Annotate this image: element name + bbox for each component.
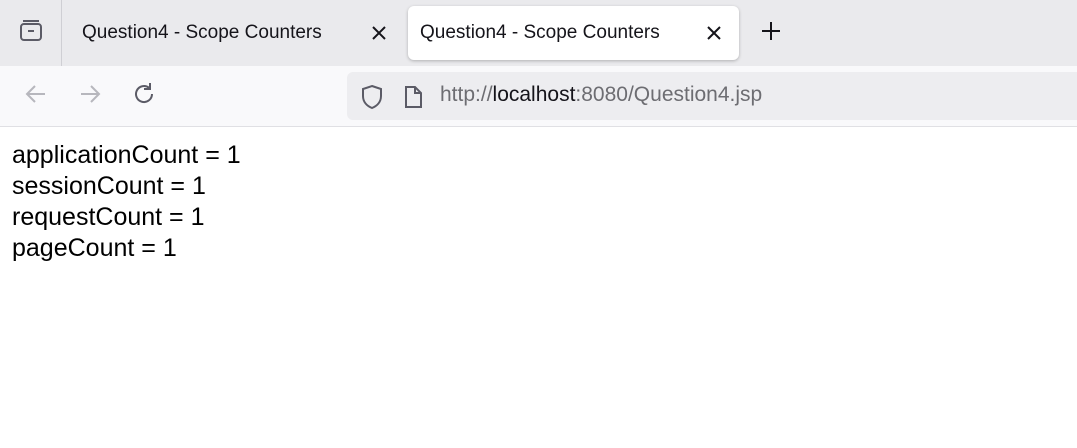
tab-list-icon [18,18,44,49]
tab-active[interactable]: Question4 - Scope Counters [408,6,739,60]
application-count-line: applicationCount = 1 [12,141,241,169]
url-scheme: http:// [440,83,493,106]
navigation-toolbar: http://localhost:8080/Question4.jsp [0,66,1077,127]
page-icon [400,84,426,110]
page-count-line: pageCount = 1 [12,234,177,262]
tab-list-button[interactable] [0,0,62,66]
close-icon[interactable] [703,22,725,44]
forward-arrow-icon [77,81,103,112]
reload-button[interactable] [128,80,160,112]
close-icon[interactable] [368,22,390,44]
tab-title: Question4 - Scope Counters [420,22,660,43]
reload-icon [131,81,157,112]
back-arrow-icon [23,81,49,112]
shield-icon[interactable] [359,84,385,110]
url-path: :8080/Question4.jsp [575,83,763,106]
tab-title: Question4 - Scope Counters [82,22,322,43]
forward-button[interactable] [74,80,106,112]
url-host: localhost [492,83,576,106]
plus-icon [760,20,782,47]
url-text[interactable]: http://localhost:8080/Question4.jsp [440,83,762,107]
tab-inactive[interactable]: Question4 - Scope Counters [64,6,404,60]
back-button[interactable] [20,80,52,112]
address-bar[interactable]: http://localhost:8080/Question4.jsp [347,72,1077,120]
request-count-line: requestCount = 1 [12,203,205,231]
page-content: applicationCount = 1 sessionCount = 1 re… [12,140,241,264]
session-count-line: sessionCount = 1 [12,172,206,200]
new-tab-button[interactable] [754,16,788,50]
tab-bar: Question4 - Scope Counters Question4 - S… [0,0,1077,66]
